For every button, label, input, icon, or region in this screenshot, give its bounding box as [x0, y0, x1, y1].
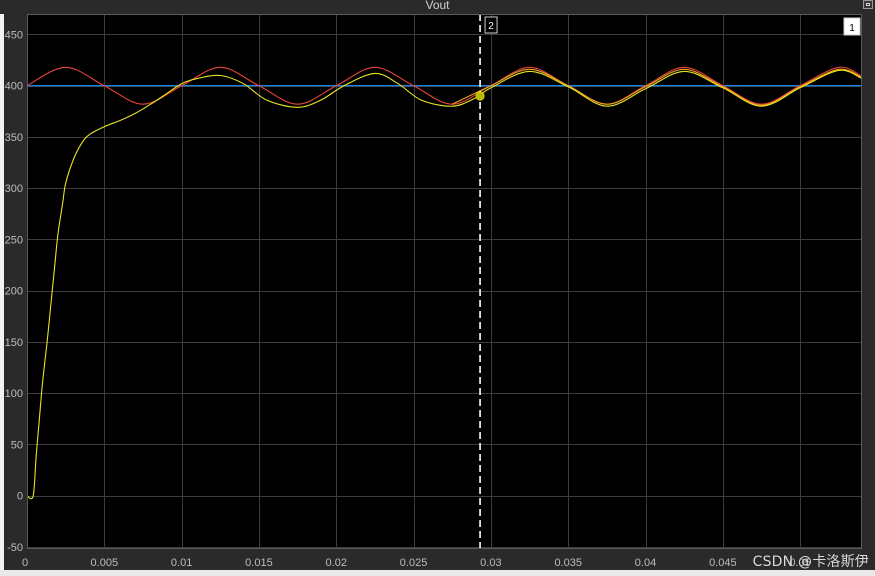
x-tick-label: 0.04: [635, 557, 656, 569]
y-tick-label: 300: [5, 183, 23, 195]
scope-window: Vout 12 0 0.005 0.01 0.015 0.02 0.025 0.03 0.03…: [0, 0, 875, 576]
scope-plot[interactable]: 1 2 0 0.005 0.01 0.015 0.02 0.025 0.03 0.035 0.04…: [0, 0, 875, 576]
y-tick-label: 100: [5, 388, 23, 400]
y-tick-label: 250: [5, 234, 23, 246]
cursor-2-label: 2: [488, 21, 494, 32]
y-tick-label: 200: [5, 286, 23, 298]
x-tick-label: 0.025: [400, 557, 428, 569]
cursor-1-label: 1: [849, 23, 855, 34]
x-tick-label: 0.03: [480, 557, 501, 569]
y-tick-label: 450: [5, 29, 23, 41]
y-tick-label: 400: [5, 81, 23, 93]
x-tick-label: 0.035: [554, 557, 582, 569]
y-tick-label: -50: [7, 542, 23, 554]
x-tick-label: 0: [22, 557, 28, 569]
y-tick-label: 0: [17, 491, 23, 503]
x-tick-label: 0.045: [709, 557, 737, 569]
watermark: CSDN @卡洛斯伊: [752, 554, 869, 570]
x-tick-label: 0.005: [91, 557, 119, 569]
x-tick-label: 0.02: [326, 557, 347, 569]
x-tick-label: 0.015: [245, 557, 273, 569]
y-tick-label: 50: [11, 439, 23, 451]
x-tick-label: 0.01: [171, 557, 192, 569]
y-tick-label: 150: [5, 337, 23, 349]
y-tick-label: 350: [5, 132, 23, 144]
cursor-2-marker[interactable]: [475, 91, 485, 101]
